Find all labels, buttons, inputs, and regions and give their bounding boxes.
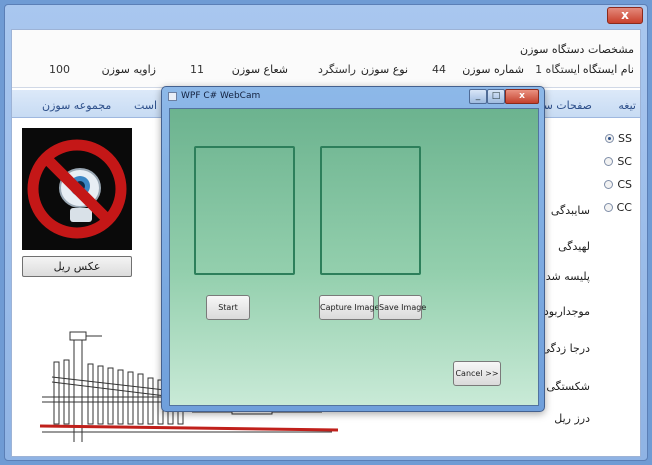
no-webcam-icon: [22, 128, 132, 250]
radio-cs-label: CS: [617, 177, 632, 191]
main-window-close-button[interactable]: x: [607, 7, 643, 24]
defect-label-wheelburn: درجا زدگی: [541, 342, 590, 355]
dialog-client-area: Start Capture Image Save Image Cancel >>: [169, 108, 539, 406]
live-preview-box: [194, 146, 295, 275]
station-label: نام ایستگاه: [582, 63, 634, 76]
defect-label-crushing: لهیدگی: [558, 240, 590, 253]
start-button[interactable]: Start: [206, 295, 250, 320]
main-window-titlebar: x: [5, 5, 647, 27]
dialog-title: WPF C# WebCam: [181, 91, 261, 101]
webcam-dialog: WPF C# WebCam _ □ x Start Capture Image …: [161, 86, 545, 412]
angle-value: 100: [49, 63, 70, 76]
window-app-icon: [168, 92, 177, 101]
switch-number-value: 44: [432, 63, 446, 76]
station-value: ایستگاه 1: [535, 63, 580, 76]
defect-label-fracture: شکستگی: [546, 380, 590, 393]
radio-sc-dot[interactable]: [604, 156, 614, 166]
tab-partial[interactable]: است: [134, 99, 157, 112]
radio-cc-dot[interactable]: [603, 202, 613, 212]
radius-label: شعاع سوزن: [231, 63, 288, 76]
radio-sc[interactable]: SC: [604, 154, 632, 168]
defect-label-burr: پلیسه شدن: [537, 270, 590, 283]
dialog-minimize-button[interactable]: _: [469, 89, 487, 104]
device-info-panel: مشخصات دستگاه سوزن نام ایستگاه ایستگاه 1…: [12, 30, 640, 88]
cancel-button[interactable]: Cancel >>: [453, 361, 501, 386]
radio-ss-dot[interactable]: [605, 133, 615, 143]
dialog-close-button[interactable]: x: [505, 89, 539, 104]
device-info-title: مشخصات دستگاه سوزن: [520, 43, 634, 56]
switch-type-label: نوع سوزن: [360, 63, 408, 76]
save-image-button[interactable]: Save Image: [378, 295, 426, 320]
switch-number-label: شماره سوزن: [462, 63, 524, 76]
rail-photo-button[interactable]: عکس ریل: [22, 256, 132, 277]
radius-value: 11: [190, 63, 204, 76]
defect-label-rail-joint: درز ریل: [554, 412, 590, 425]
radio-cs-dot[interactable]: [604, 179, 614, 189]
dialog-maximize-button[interactable]: □: [487, 89, 505, 104]
radio-cc[interactable]: CC: [603, 200, 632, 214]
tab-switch-assembly[interactable]: مجموعه سوزن: [42, 99, 111, 112]
capture-image-button[interactable]: Capture Image: [319, 295, 379, 320]
radio-cc-label: CC: [616, 200, 632, 214]
captured-image-box: [320, 146, 421, 275]
radio-cs[interactable]: CS: [604, 177, 632, 191]
tab-plates[interactable]: صفحات سر: [538, 99, 593, 112]
switch-type-value: راستگرد: [318, 63, 356, 76]
tab-blade[interactable]: تیغه: [618, 99, 636, 112]
defect-label-wear: سایبدگی: [550, 204, 590, 217]
radio-ss[interactable]: SS: [605, 131, 632, 145]
radio-sc-label: SC: [617, 154, 632, 168]
radio-ss-label: SS: [618, 131, 632, 145]
angle-label: زاویه سوزن: [101, 63, 156, 76]
